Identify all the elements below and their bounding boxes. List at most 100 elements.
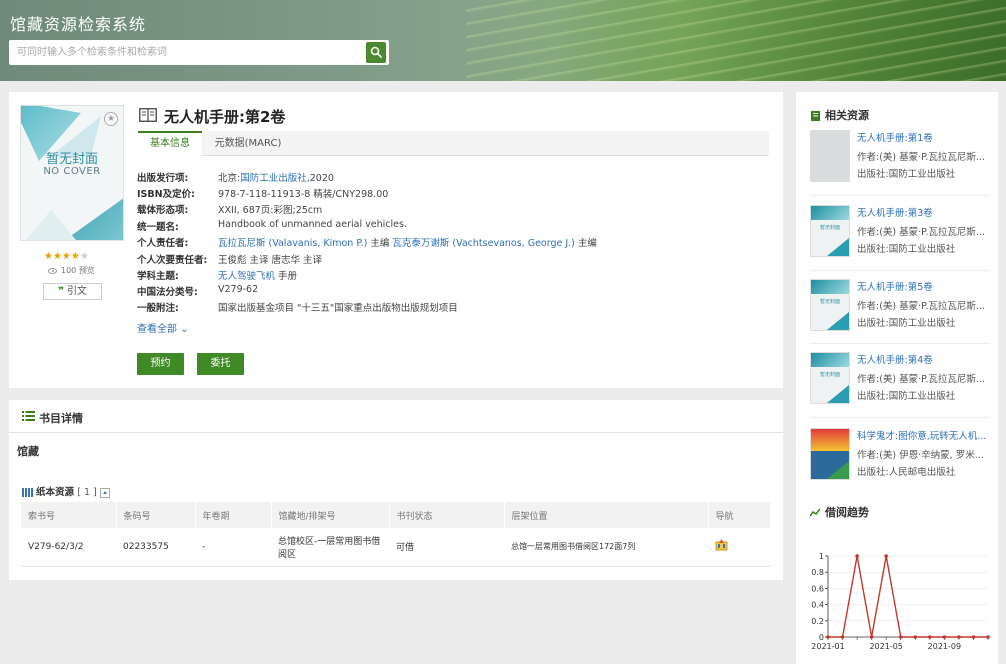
cite-button[interactable]: ❞ 引文	[43, 283, 102, 300]
related-item[interactable]: 无人机手册:第1卷 作者:(美) 基蒙·P.瓦拉瓦尼斯... 出版社:国防工业出…	[810, 130, 990, 190]
data-point	[884, 554, 888, 558]
data-point	[942, 635, 947, 639]
related-resources-title: 相关资源	[811, 107, 869, 123]
chart-gridlines	[827, 555, 988, 638]
x-axis-ticks: 2021-01 2021-05 2021-09	[811, 637, 989, 651]
related-thumbnail: 暂无封面	[810, 205, 850, 257]
table-row: V279-62/3/2 02233575 - 总馆校区-一层常用图书借阅区 可借…	[21, 528, 771, 567]
x-tick-label: 2021-01	[811, 642, 844, 651]
y-tick-label: 0.4	[811, 601, 824, 610]
col-shelf: 层架位置	[504, 502, 709, 528]
collapse-toggle-button[interactable]	[99, 487, 110, 498]
search-button[interactable]	[366, 42, 386, 63]
data-point	[913, 635, 918, 639]
holdings-header-row: 索书号 条码号 年卷期 馆藏地/排架号 书刊状态 层架位置 导航	[21, 502, 771, 528]
borrow-trend-chart: 0 0.2 0.4 0.6 0.8 1 2021-01 2021-05 2021-09	[811, 552, 990, 651]
related-item-publisher: 出版社:国防工业出版社	[857, 244, 956, 255]
publisher-link[interactable]: 国防工业出版社	[240, 173, 307, 184]
col-volume: 年卷期	[195, 502, 272, 528]
show-all-link[interactable]: 查看全部 ⌄	[137, 320, 189, 335]
related-item-publisher: 出版社:人民邮电出版社	[857, 467, 956, 478]
col-barcode: 条码号	[116, 502, 196, 528]
related-item-publisher: 出版社:国防工业出版社	[857, 169, 956, 180]
divider	[810, 343, 990, 344]
y-tick-label: 1	[819, 552, 824, 561]
eye-icon	[48, 267, 57, 274]
related-item[interactable]: 暂无封面 无人机手册:第3卷 作者:(美) 基蒙·P.瓦拉瓦尼斯... 出版社:…	[810, 205, 990, 265]
search-input[interactable]	[9, 40, 365, 65]
divider	[810, 195, 990, 196]
related-item-author: 作者:(美) 基蒙·P.瓦拉瓦尼斯...	[857, 301, 985, 312]
tab-marc[interactable]: 元数据(MARC)	[202, 131, 294, 156]
favorite-star-icon[interactable]: ★	[104, 112, 118, 126]
col-call-number: 索书号	[21, 502, 117, 528]
cell-barcode: 02233575	[116, 528, 195, 567]
related-item-author: 作者:(美) 基蒙·P.瓦拉瓦尼斯...	[857, 152, 985, 163]
cell-nav	[708, 528, 771, 567]
entrust-button[interactable]: 委托	[197, 353, 244, 375]
cover-title-en: NO COVER	[43, 166, 101, 177]
related-item[interactable]: 科学鬼才:图你意,玩转无人机... 作者:(美) 伊恩·辛纳蒙, 罗米... 出…	[810, 428, 990, 488]
data-point	[986, 635, 990, 639]
view-count: 100 预览	[48, 265, 95, 276]
reserve-button[interactable]: 预约	[137, 353, 184, 375]
cell-status: 可借	[389, 528, 504, 567]
tab-basic-info[interactable]: 基本信息	[138, 131, 202, 156]
y-tick-label: 0.8	[811, 568, 824, 577]
trend-icon	[810, 508, 820, 517]
map-nav-icon[interactable]	[715, 539, 728, 551]
related-item-title[interactable]: 无人机手册:第4卷	[857, 352, 990, 366]
data-point	[898, 635, 903, 639]
related-item-author: 作者:(美) 基蒙·P.瓦拉瓦尼斯...	[857, 374, 985, 385]
data-point	[971, 635, 976, 639]
site-title: 馆藏资源检索系统	[10, 15, 147, 34]
header-banner: 馆藏资源检索系统	[0, 0, 1006, 81]
related-item-author: 作者:(美) 伊恩·辛纳蒙, 罗米...	[857, 450, 984, 461]
books-icon	[22, 488, 33, 497]
divider	[810, 270, 990, 271]
data-point	[840, 635, 845, 639]
related-item-title[interactable]: 无人机手册:第1卷	[857, 130, 990, 144]
catalog-detail-title: 书目详情	[39, 412, 83, 425]
related-item[interactable]: 暂无封面 无人机手册:第4卷 作者:(美) 基蒙·P.瓦拉瓦尼斯... 出版社:…	[810, 352, 990, 412]
col-nav: 导航	[708, 502, 771, 528]
cover-title-cn: 暂无封面	[45, 152, 98, 167]
related-item-publisher: 出版社:国防工业出版社	[857, 318, 956, 329]
cell-location: 总馆校区-一层常用图书借阅区	[271, 528, 389, 567]
document-icon	[811, 111, 820, 121]
author-link-1[interactable]: 瓦拉瓦尼斯 (Valavanis, Kimon P.)	[218, 238, 367, 249]
paper-resources-heading: 纸本资源 [ 1 ]	[22, 484, 110, 498]
holdings-label: 馆藏	[17, 445, 39, 458]
related-item[interactable]: 暂无封面 无人机手册:第5卷 作者:(美) 基蒙·P.瓦拉瓦尼斯... 出版社:…	[810, 279, 990, 339]
search-box	[9, 40, 389, 65]
rating-stars[interactable]: ★★★★★	[44, 251, 89, 262]
y-tick-label: 0.6	[811, 584, 824, 593]
related-item-title[interactable]: 科学鬼才:图你意,玩转无人机...	[857, 428, 990, 442]
y-tick-label: 0	[819, 633, 824, 642]
trend-line	[828, 555, 988, 638]
quote-icon: ❞	[58, 286, 64, 297]
series-line	[826, 554, 990, 639]
x-tick-label: 2021-05	[869, 642, 902, 651]
author-link-2[interactable]: 瓦克泰万谢斯 (Vachtsevanos, George J.)	[392, 238, 575, 249]
list-icon	[22, 411, 35, 421]
related-thumbnail: 暂无封面	[810, 352, 850, 404]
cell-shelf: 总馆一层常用图书借阅区172面7列	[504, 528, 708, 567]
col-status: 书刊状态	[389, 502, 505, 528]
related-thumbnail	[810, 130, 850, 182]
catalog-detail-header: 书目详情	[9, 400, 783, 433]
col-location: 馆藏地/排架号	[271, 502, 390, 528]
related-item-title[interactable]: 无人机手册:第3卷	[857, 205, 990, 219]
data-point	[928, 635, 932, 639]
subject-link[interactable]: 无人驾驶飞机	[218, 271, 275, 282]
related-item-author: 作者:(美) 基蒙·P.瓦拉瓦尼斯...	[857, 227, 985, 238]
related-item-publisher: 出版社:国防工业出版社	[857, 391, 956, 402]
holdings-table: 索书号 条码号 年卷期 馆藏地/排架号 书刊状态 层架位置 导航 V279-62…	[21, 502, 771, 567]
related-thumbnail: 暂无封面	[810, 279, 850, 331]
related-item-title[interactable]: 无人机手册:第5卷	[857, 279, 990, 293]
y-tick-label: 0.2	[811, 617, 824, 626]
data-point	[957, 635, 961, 639]
cell-call-number: V279-62/3/2	[21, 528, 116, 567]
divider	[810, 417, 990, 418]
borrow-trend-title: 借阅趋势	[810, 504, 869, 520]
